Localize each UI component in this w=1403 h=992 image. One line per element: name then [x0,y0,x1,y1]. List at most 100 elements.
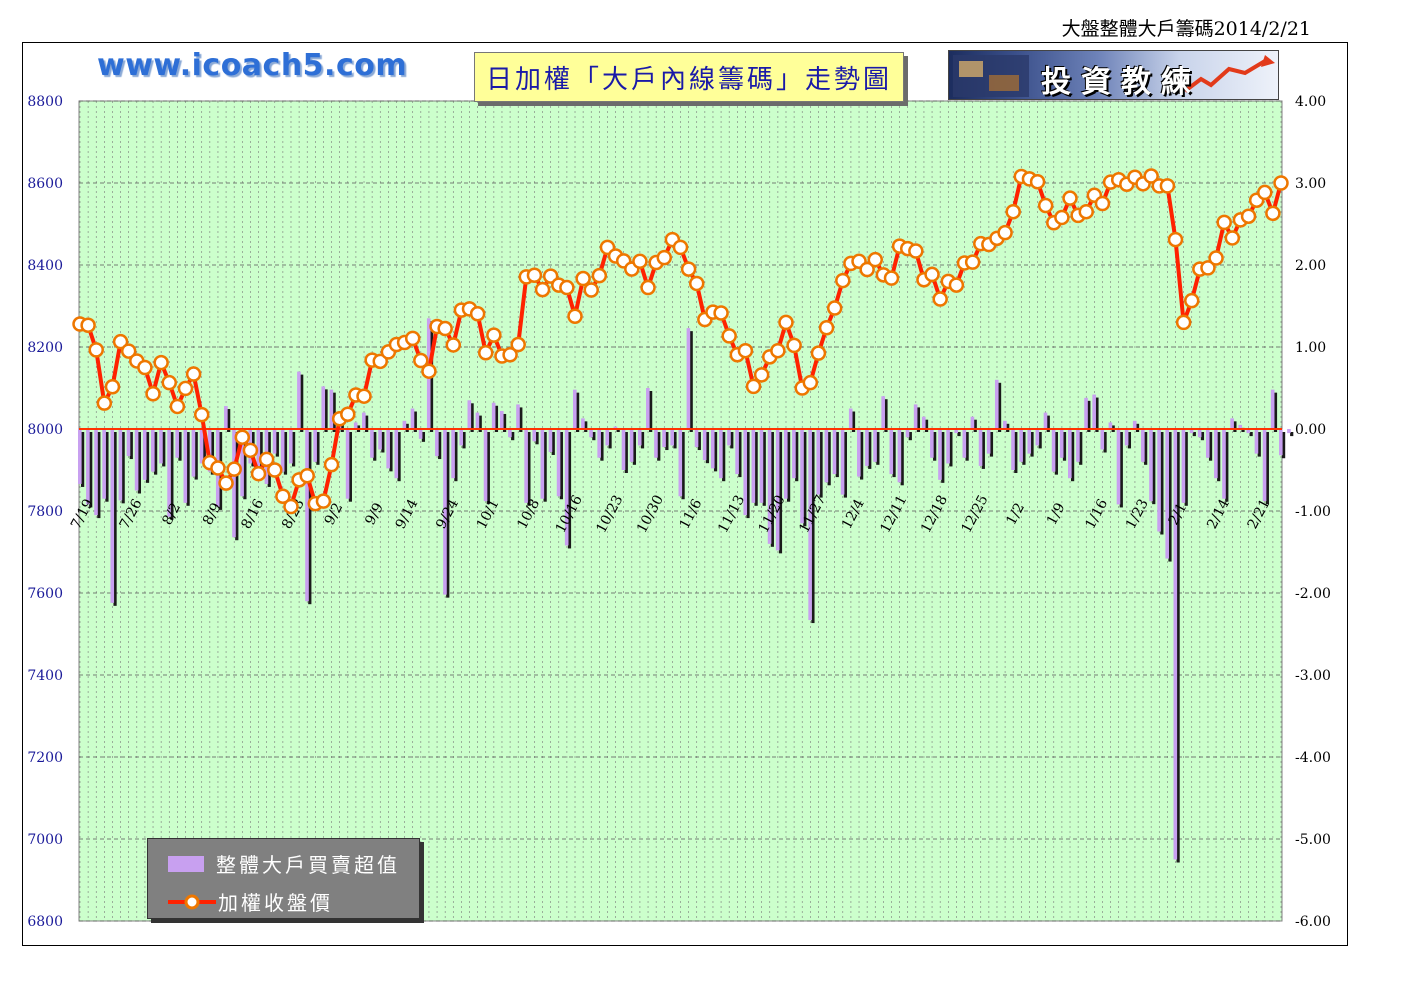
close-price-point [997,224,1013,241]
close-price-point [656,249,673,266]
close-price-point [1005,203,1021,220]
bar [516,404,520,429]
bar [1287,429,1291,434]
bar [548,429,553,452]
close-price-point [137,359,153,376]
bar [678,429,683,497]
close-price-point [445,337,462,353]
bar [540,429,545,499]
bar [865,429,869,466]
close-price-point [567,308,583,324]
y-right-tick-label: -6.00 [1295,914,1331,930]
close-price-point [753,367,770,383]
close-price-point [1094,195,1111,212]
bar [921,416,926,429]
close-price-point [770,342,786,359]
bar [1181,429,1186,503]
close-price-point [510,336,526,353]
bar [1124,429,1129,446]
y-right-tick-label: -3.00 [1295,668,1331,684]
bar [654,429,658,458]
bar [467,400,472,429]
bar [597,429,601,458]
y-right-tick-label: 4.00 [1295,94,1326,110]
close-price-point [964,254,981,270]
close-price-point [80,317,96,334]
y-left-tick-label: 7200 [27,750,63,766]
bar [78,429,82,484]
y-left-tick-label: 8000 [27,422,63,438]
bar [1262,429,1267,502]
bar [151,429,155,472]
bar [1149,429,1153,502]
close-price-point [1078,203,1094,220]
legend: 整體大戶買賣超值 加權收盤價 [147,838,420,919]
close-price-point [1175,314,1192,331]
legend-line-swatch [168,894,216,909]
close-price-point [737,342,754,359]
y-right-tick-label: 2.00 [1295,258,1326,274]
close-price-point [185,366,202,382]
close-price-point [96,395,113,411]
bar [946,429,950,464]
bar [913,404,918,429]
close-price-point [1257,184,1273,201]
bar [1027,429,1032,454]
close-price-point [826,300,843,316]
y-right-tick-label: 1.00 [1295,340,1326,356]
bar [848,408,853,429]
bar [662,429,666,448]
bar [532,429,537,442]
close-price-point [924,266,940,283]
bar [402,420,407,429]
y-left-tick-label: 8800 [27,94,63,110]
bar [329,389,334,429]
bar [832,429,837,475]
bar [775,429,780,551]
bar [288,429,293,464]
bar [1051,429,1056,472]
y-right-tick-label: -4.00 [1295,750,1331,766]
close-price-point [283,498,299,515]
bar [118,429,123,501]
bar [702,429,707,461]
close-price-point [315,493,332,509]
close-price-point [177,380,194,397]
bar [94,429,98,516]
bar [735,429,739,475]
website-watermark: www.icoach5.com [97,48,408,83]
bar [491,402,496,429]
close-price-point [680,261,697,277]
bar [905,429,910,438]
bar [727,429,731,446]
y-left-tick-label: 7000 [27,832,63,848]
bar [670,429,674,446]
bar [556,429,561,497]
bar [710,429,715,469]
bar [1076,429,1080,462]
y-left-tick-label: 7800 [27,504,63,520]
close-price-point [1265,205,1281,222]
bar [816,429,821,495]
bar [451,429,455,479]
close-price-point [437,320,453,337]
bar [1116,429,1121,505]
bar [646,388,650,429]
close-price-point [575,270,591,287]
close-price-point [169,398,186,415]
close-price-point [745,378,762,395]
bar [1035,429,1040,446]
y-left-tick-label: 7400 [27,668,63,684]
bar [589,429,593,438]
close-price-point [104,379,121,395]
close-price-point [583,282,599,298]
bar [857,429,861,477]
close-price-point [421,363,437,379]
bar [889,429,894,475]
y-left-tick-label: 7600 [27,586,63,602]
bar [508,429,512,438]
close-price-point [883,270,900,286]
close-price-point [477,344,494,361]
bar [1068,429,1072,479]
bar [362,412,366,429]
